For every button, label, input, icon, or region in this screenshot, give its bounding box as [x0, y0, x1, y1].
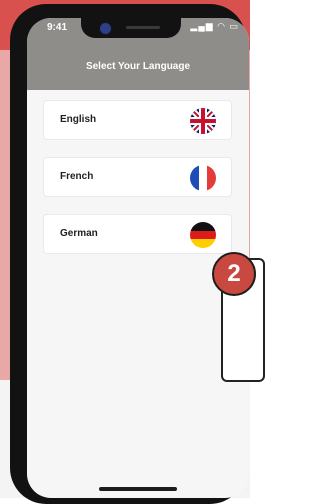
language-option-french[interactable]: French — [43, 157, 232, 197]
france-flag-icon — [190, 165, 216, 191]
language-label: French — [60, 171, 94, 182]
language-option-german[interactable]: German — [43, 214, 232, 254]
status-time: 9:41 — [47, 22, 68, 33]
step-number: 2 — [227, 260, 241, 287]
camera-icon — [98, 21, 113, 36]
phone-screen: 9:41 ▂▄▆ ◠ ▭ Select Your Language Englis… — [27, 18, 249, 498]
page-title: Select Your Language — [85, 60, 191, 72]
uk-flag-icon — [190, 108, 216, 134]
status-icons: ▂▄▆ ◠ ▭ — [190, 21, 239, 31]
header: Select Your Language — [27, 40, 249, 90]
language-list: English French German — [43, 100, 232, 271]
phone-frame: 9:41 ▂▄▆ ◠ ▭ Select Your Language Englis… — [10, 4, 249, 504]
germany-flag-icon — [190, 222, 216, 248]
language-option-english[interactable]: English — [43, 100, 232, 140]
speaker-icon — [126, 26, 160, 29]
home-indicator — [99, 487, 177, 491]
language-label: English — [60, 114, 97, 125]
language-label: German — [60, 228, 98, 239]
step-badge: 2 — [212, 252, 256, 296]
